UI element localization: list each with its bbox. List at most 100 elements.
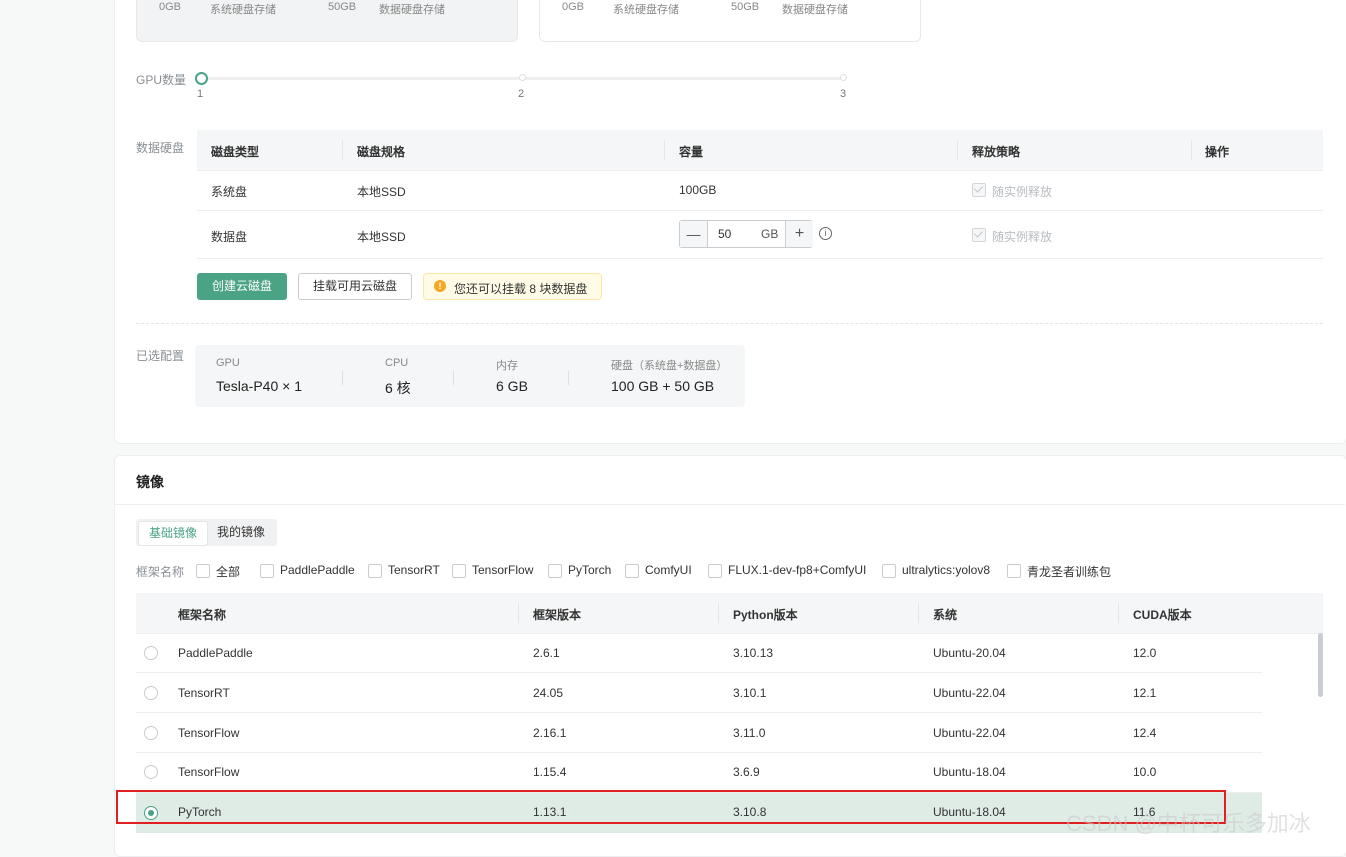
create-cloud-disk-button[interactable]: 创建云磁盘 xyxy=(197,273,287,300)
release-with-instance-checkbox[interactable] xyxy=(972,183,986,197)
disk-type: 系统盘 xyxy=(211,185,248,199)
data-disk-label: 数据硬盘存储 xyxy=(379,4,445,16)
disk-type: 数据盘 xyxy=(211,230,248,244)
table-row[interactable]: TensorFlow 1.15.4 3.6.9 Ubuntu-18.04 10.… xyxy=(136,753,1262,793)
mount-cloud-disk-button[interactable]: 挂载可用云磁盘 xyxy=(298,273,412,300)
framework-name: PaddlePaddle xyxy=(178,646,253,660)
filter-checkbox-yolov8[interactable] xyxy=(882,564,896,578)
table-scrollbar[interactable] xyxy=(1318,633,1323,697)
header-framework-name: 框架名称 xyxy=(178,608,227,622)
cuda-version: 12.0 xyxy=(1133,646,1157,660)
capacity-unit: GB xyxy=(761,227,779,241)
release-policy-label: 随实例释放 xyxy=(992,185,1053,199)
system-disk-label: 系统硬盘存储 xyxy=(210,4,276,16)
filter-checkbox-tensorflow[interactable] xyxy=(452,564,466,578)
data-disk-label: 数据硬盘 xyxy=(136,141,185,155)
filter-label-flux[interactable]: FLUX.1-dev-fp8+ComfyUI xyxy=(728,563,866,577)
tab-base-images[interactable]: 基础镜像 xyxy=(138,521,208,546)
header-capacity: 容量 xyxy=(679,145,704,159)
summary-cpu-label: CPU xyxy=(385,357,409,369)
filter-checkbox-tensorrt[interactable] xyxy=(368,564,382,578)
header-disk-spec: 磁盘规格 xyxy=(357,145,406,159)
python-version: 3.6.9 xyxy=(733,765,760,779)
slider-tick-2: 2 xyxy=(518,88,525,100)
row-select-radio[interactable] xyxy=(144,726,158,740)
warning-icon: ! xyxy=(434,280,446,292)
summary-divider xyxy=(342,371,343,385)
summary-disk-value: 100 GB + 50 GB xyxy=(611,378,715,394)
disk-capacity: 100GB xyxy=(679,183,717,197)
filter-label-paddlepaddle[interactable]: PaddlePaddle xyxy=(280,563,355,577)
filter-checkbox-flux[interactable] xyxy=(708,564,722,578)
column-divider xyxy=(1191,140,1192,160)
header-disk-type: 磁盘类型 xyxy=(211,145,260,159)
slider-tick-3: 3 xyxy=(840,88,847,100)
header-os: 系统 xyxy=(933,608,958,622)
cuda-version: 12.1 xyxy=(1133,686,1157,700)
selected-config-summary: GPU Tesla-P40 × 1 CPU 6 核 内存 6 GB 硬盘（系统盘… xyxy=(195,345,745,407)
column-divider xyxy=(957,140,958,160)
info-icon[interactable]: i xyxy=(819,227,832,240)
filter-label-qinglong[interactable]: 青龙圣者训练包 xyxy=(1027,563,1111,580)
header-cuda-version: CUDA版本 xyxy=(1133,608,1192,622)
watermark: CSDN @中杯可乐多加冰 xyxy=(1066,811,1311,836)
filter-label-tensorrt[interactable]: TensorRT xyxy=(388,563,440,577)
capacity-input[interactable]: 50 xyxy=(718,227,731,241)
filter-label-yolov8[interactable]: ultralytics:yolov8 xyxy=(902,563,990,577)
os-version: Ubuntu-22.04 xyxy=(933,686,1006,700)
summary-memory-value: 6 GB xyxy=(496,378,528,394)
release-with-instance-checkbox[interactable] xyxy=(972,228,986,242)
cuda-version: 12.4 xyxy=(1133,726,1157,740)
tab-my-images[interactable]: 我的镜像 xyxy=(211,521,271,544)
system-disk-label: 系统硬盘存储 xyxy=(613,4,679,16)
python-version: 3.11.0 xyxy=(733,726,766,740)
table-header-row: 磁盘类型 磁盘规格 容量 释放策略 操作 xyxy=(197,130,1323,171)
system-disk-value: 0GB xyxy=(159,1,182,13)
gpu-count-slider-handle[interactable] xyxy=(195,72,208,85)
filter-checkbox-paddlepaddle[interactable] xyxy=(260,564,274,578)
header-action: 操作 xyxy=(1205,145,1230,159)
header-framework-version: 框架版本 xyxy=(533,608,582,622)
header-python-version: Python版本 xyxy=(733,608,798,622)
filter-checkbox-comfyui[interactable] xyxy=(625,564,639,578)
framework-version: 2.6.1 xyxy=(533,646,560,660)
slider-stop-2[interactable] xyxy=(519,74,526,81)
summary-gpu-label: GPU xyxy=(216,357,240,369)
filter-label-pytorch[interactable]: PyTorch xyxy=(568,563,611,577)
os-version: Ubuntu-22.04 xyxy=(933,726,1006,740)
storage-card-selected[interactable]: 0GB 系统硬盘存储 50GB 数据硬盘存储 xyxy=(136,0,518,42)
slider-stop-3[interactable] xyxy=(840,74,847,81)
column-divider xyxy=(1118,603,1119,623)
filter-checkbox-pytorch[interactable] xyxy=(548,564,562,578)
filter-label-comfyui[interactable]: ComfyUI xyxy=(645,563,692,577)
table-row[interactable]: PaddlePaddle 2.6.1 3.10.13 Ubuntu-20.04 … xyxy=(136,633,1262,673)
python-version: 3.10.1 xyxy=(733,686,767,700)
image-section-title: 镜像 xyxy=(136,474,164,490)
framework-version: 1.15.4 xyxy=(533,765,567,779)
column-divider xyxy=(918,603,919,623)
row-select-radio[interactable] xyxy=(144,686,158,700)
image-section-header-divider xyxy=(115,504,1345,505)
gpu-count-label: GPU数量 xyxy=(136,73,187,87)
summary-memory-label: 内存 xyxy=(496,360,518,372)
row-select-radio[interactable] xyxy=(144,765,158,779)
summary-divider xyxy=(453,371,454,385)
table-row[interactable]: TensorRT 24.05 3.10.1 Ubuntu-22.04 12.1 xyxy=(136,673,1262,713)
increment-button[interactable]: + xyxy=(785,221,813,247)
header-release-policy: 释放策略 xyxy=(972,145,1021,159)
data-disk-value: 50GB xyxy=(731,1,760,13)
filter-checkbox-qinglong[interactable] xyxy=(1007,564,1021,578)
table-row[interactable]: TensorFlow 2.16.1 3.11.0 Ubuntu-22.04 12… xyxy=(136,713,1262,753)
filter-checkbox-all[interactable] xyxy=(196,564,210,578)
system-disk-value: 0GB xyxy=(562,1,585,13)
storage-card-option[interactable]: 0GB 系统硬盘存储 50GB 数据硬盘存储 xyxy=(539,0,921,42)
filter-label-tensorflow[interactable]: TensorFlow xyxy=(472,563,533,577)
cuda-version: 10.0 xyxy=(1133,765,1157,779)
mount-limit-notice: ! 您还可以挂载 8 块数据盘 xyxy=(423,273,602,300)
row-select-radio[interactable] xyxy=(144,646,158,660)
filter-label-all[interactable]: 全部 xyxy=(216,563,240,580)
framework-version: 24.05 xyxy=(533,686,564,700)
decrement-button[interactable]: — xyxy=(680,221,708,247)
selection-highlight-box xyxy=(116,790,1226,824)
summary-cpu-value: 6 核 xyxy=(385,380,411,396)
